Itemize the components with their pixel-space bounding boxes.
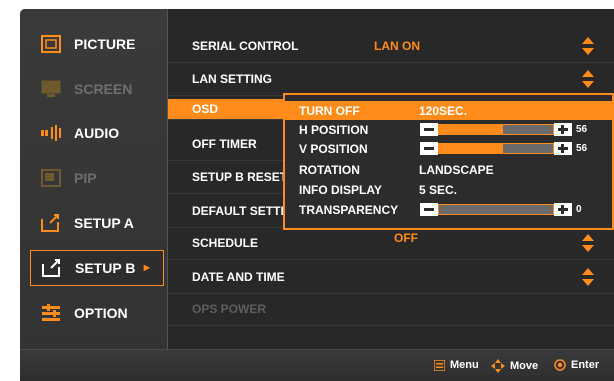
sub-row-turn-off[interactable]: TURN OFF 120SEC. — [285, 101, 612, 120]
row-label: OFF TIMER — [192, 137, 257, 151]
hint-move: Move — [491, 359, 538, 373]
category-screen[interactable]: SCREEN — [30, 71, 164, 107]
hint-menu-label: Menu — [450, 359, 479, 371]
screen-icon — [40, 79, 62, 99]
row-ops-power: OPS POWER — [168, 293, 614, 326]
sub-row-label: INFO DISPLAY — [299, 182, 382, 197]
option-icon — [40, 303, 62, 323]
sub-row-value: LANDSCAPE — [419, 162, 494, 177]
pip-icon — [40, 168, 62, 188]
row-label: SCHEDULE — [192, 236, 259, 250]
row-date-and-time[interactable]: DATE AND TIME — [168, 261, 614, 294]
minus-icon[interactable] — [420, 142, 438, 155]
sub-row-label: V POSITION — [299, 141, 368, 156]
slider-value: 56 — [576, 143, 588, 154]
category-picture-label: PICTURE — [74, 36, 136, 52]
sub-row-label: ROTATION — [299, 162, 360, 177]
sub-row-transparency[interactable]: TRANSPARENCY 0 — [285, 200, 612, 219]
hint-enter-label: Enter — [571, 359, 600, 371]
sub-row-value: 5 SEC. — [419, 182, 458, 197]
osd-submenu: TURN OFF 120SEC. H POSITION 56 V POSITIO… — [283, 93, 614, 230]
row-label: LAN SETTING — [192, 72, 272, 86]
up-down-arrows-icon[interactable] — [582, 37, 594, 55]
minus-icon[interactable] — [420, 203, 438, 216]
row-label: DATE AND TIME — [192, 270, 285, 284]
row-label: SERIAL CONTROL — [192, 39, 299, 53]
category-menu: PICTURE SCREEN AUDIO PIP SETUP A SETUP B… — [20, 9, 168, 349]
h-position-slider[interactable] — [420, 123, 572, 136]
slider-track[interactable] — [438, 143, 554, 154]
hint-enter: Enter — [554, 359, 599, 371]
sub-row-label: TRANSPARENCY — [299, 202, 399, 217]
category-setup-a-label: SETUP A — [74, 215, 134, 231]
row-label: OPS POWER — [192, 302, 267, 316]
category-setup-b[interactable]: SETUP B ► — [30, 250, 164, 286]
slider-track[interactable] — [438, 124, 554, 135]
sub-row-label: TURN OFF — [299, 103, 360, 118]
up-down-arrows-icon[interactable] — [582, 268, 594, 286]
slider-fill — [439, 125, 503, 134]
setup-b-icon — [41, 258, 63, 278]
minus-icon[interactable] — [420, 123, 438, 136]
row-schedule[interactable]: SCHEDULE OFF — [168, 227, 614, 260]
slider-value: 56 — [576, 124, 588, 135]
sub-row-h-position[interactable]: H POSITION 56 — [285, 120, 612, 139]
enter-icon — [554, 359, 566, 371]
category-option[interactable]: OPTION — [30, 295, 164, 331]
plus-icon[interactable] — [554, 203, 572, 216]
category-screen-label: SCREEN — [74, 81, 133, 97]
sub-row-info-display[interactable]: INFO DISPLAY 5 SEC. — [285, 180, 612, 199]
slider-track[interactable] — [438, 204, 554, 215]
row-label: SETUP B RESET — [192, 170, 288, 184]
row-lan-setting[interactable]: LAN SETTING — [168, 63, 614, 96]
up-down-arrows-icon[interactable] — [582, 70, 594, 88]
category-setup-a[interactable]: SETUP A — [30, 205, 164, 241]
setup-a-icon — [40, 213, 62, 233]
sub-row-label: H POSITION — [299, 122, 369, 137]
submenu-arrow-icon: ► — [141, 262, 153, 274]
v-position-slider[interactable] — [420, 142, 572, 155]
plus-icon[interactable] — [554, 142, 572, 155]
category-pip-label: PIP — [74, 170, 97, 186]
category-option-label: OPTION — [74, 305, 128, 321]
category-pip[interactable]: PIP — [30, 160, 164, 196]
row-label: OSD — [192, 102, 219, 116]
sub-row-rotation[interactable]: ROTATION LANDSCAPE — [285, 160, 612, 179]
transparency-slider[interactable] — [420, 203, 572, 216]
hint-move-label: Move — [510, 360, 539, 372]
row-value: OFF — [394, 231, 418, 245]
menu-icon — [434, 359, 445, 371]
slider-value: 0 — [576, 204, 582, 215]
hint-menu: Menu — [434, 359, 479, 371]
sub-row-v-position[interactable]: V POSITION 56 — [285, 139, 612, 158]
row-value: LAN ON — [374, 39, 420, 53]
plus-icon[interactable] — [554, 123, 572, 136]
row-serial-control[interactable]: SERIAL CONTROL LAN ON — [168, 30, 614, 63]
category-audio[interactable]: AUDIO — [30, 115, 164, 151]
sub-row-value: 120SEC. — [419, 103, 468, 118]
category-picture[interactable]: PICTURE — [30, 26, 164, 62]
category-audio-label: AUDIO — [74, 125, 120, 141]
category-setup-b-label: SETUP B — [75, 260, 136, 276]
up-down-arrows-icon[interactable] — [582, 234, 594, 252]
slider-fill — [439, 144, 503, 153]
picture-icon — [40, 34, 62, 54]
move-icon — [491, 359, 505, 373]
audio-icon — [40, 123, 62, 143]
footer-hints: Menu Move Enter — [20, 349, 614, 381]
